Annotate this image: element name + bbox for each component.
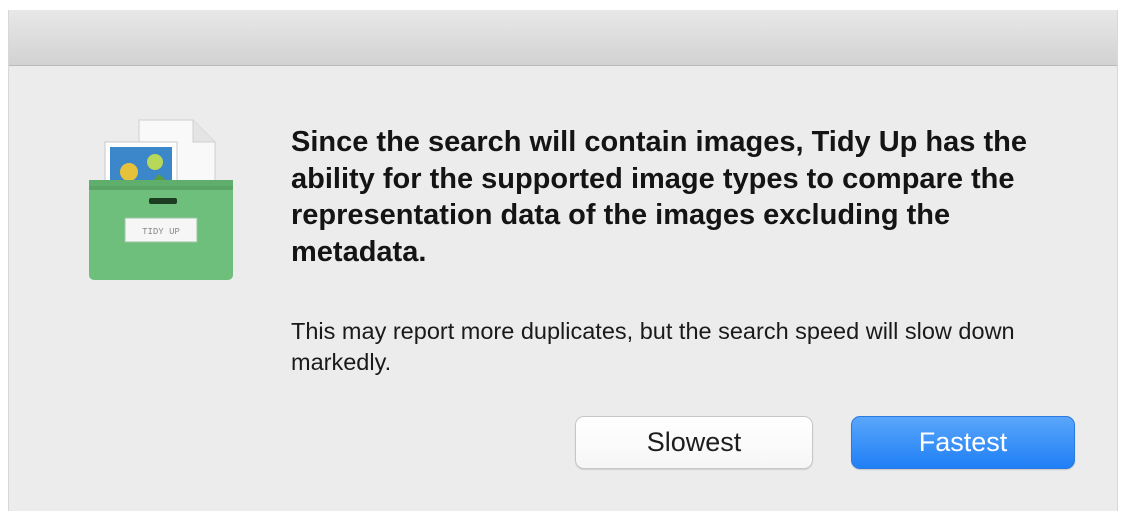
slowest-button[interactable]: Slowest [575,416,813,469]
alert-body-text: This may report more duplicates, but the… [291,318,1015,375]
alert-heading: Since the search will contain images, Ti… [291,126,1027,268]
app-icon-label: TIDY UP [142,227,180,237]
window-titlebar[interactable] [9,10,1117,66]
alert-dialog: TIDY UP Since the search will contain im… [8,10,1118,511]
fastest-button[interactable]: Fastest [851,416,1075,469]
tidy-up-app-icon: TIDY UP [81,114,241,284]
